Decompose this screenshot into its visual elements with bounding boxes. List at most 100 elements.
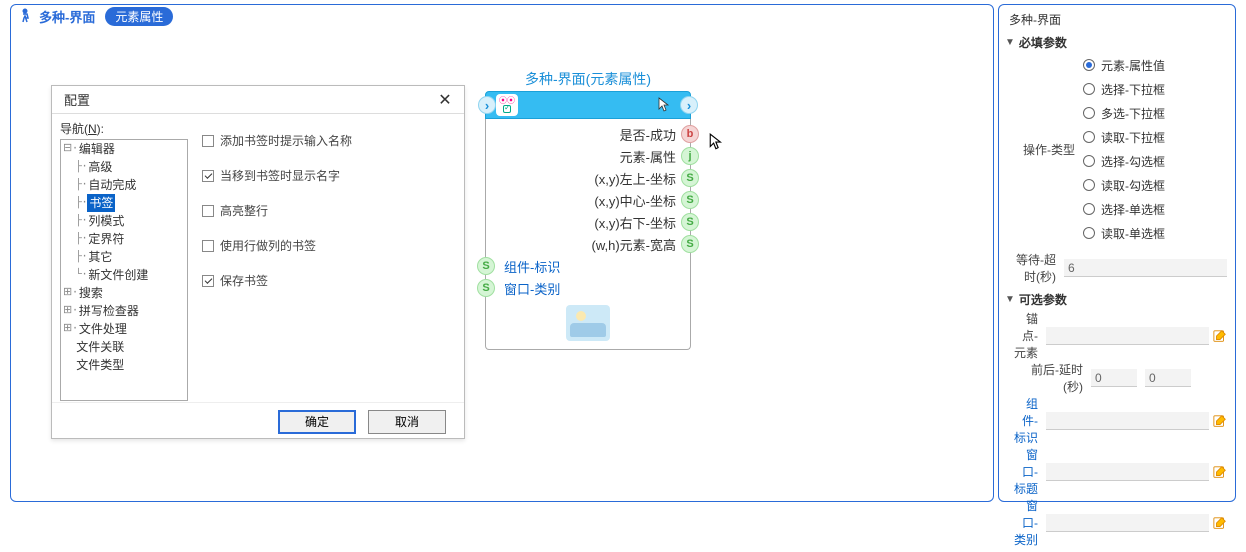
radio-option[interactable]: 读取-勾选框 (1083, 173, 1227, 197)
checkbox-row[interactable]: 高亮整行 (202, 202, 448, 219)
radio-option[interactable]: 读取-单选框 (1083, 221, 1227, 245)
tree-item[interactable]: └·新文件创建 (61, 266, 187, 284)
checkbox-icon[interactable] (202, 170, 214, 182)
tree-item[interactable]: ⊟·编辑器 (61, 140, 187, 158)
link-field-row: 窗口-类别 (1013, 497, 1227, 548)
tree-item[interactable]: ⊞·文件处理 (61, 320, 187, 338)
radio-label: 元素-属性值 (1101, 57, 1165, 74)
checkbox-row[interactable]: 添加书签时提示输入名称 (202, 132, 448, 149)
tree-item[interactable]: 文件关联 (61, 338, 187, 356)
cancel-button[interactable]: 取消 (368, 410, 446, 434)
cursor-icon (658, 97, 672, 116)
triangle-down-icon: ▼ (1005, 294, 1015, 305)
radio-option[interactable]: 选择-下拉框 (1083, 77, 1227, 101)
link-label[interactable]: 窗口-标题 (1013, 446, 1046, 497)
wait-timeout-label: 等待-超时(秒) (1013, 251, 1064, 285)
link-input[interactable] (1046, 514, 1209, 532)
port-icon[interactable]: S (681, 235, 699, 253)
edit-icon[interactable] (1213, 464, 1227, 480)
checkbox-label: 高亮整行 (220, 202, 268, 219)
dialog-title: 配置 (64, 90, 90, 109)
triangle-down-icon: ▼ (1005, 37, 1015, 48)
radio-option[interactable]: 读取-下拉框 (1083, 125, 1227, 149)
chevron-right-icon[interactable]: › (680, 96, 698, 114)
main-panel: 多种-界面 元素属性 配置 ✕ 导航(N): ⊟·编辑器 ├·高级 ├·自动完成… (10, 4, 994, 502)
link-field-row: 组件-标识 (1013, 395, 1227, 446)
anchor-input[interactable] (1046, 327, 1209, 345)
tree-item[interactable]: 文件类型 (61, 356, 187, 374)
checkbox-row[interactable]: 保存书签 (202, 272, 448, 289)
properties-panel: 多种-界面 ▼必填参数 操作-类型 元素-属性值选择-下拉框多选-下拉框读取-下… (998, 4, 1236, 502)
tree-item[interactable]: ⊞·搜索 (61, 284, 187, 302)
output-port-row: (x,y)右下-坐标S (486, 211, 690, 233)
radio-icon[interactable] (1083, 131, 1095, 143)
port-icon[interactable]: j (681, 147, 699, 165)
tree-item[interactable]: ├·定界符 (61, 230, 187, 248)
radio-icon[interactable] (1083, 83, 1095, 95)
tree-item[interactable]: ├·高级 (61, 158, 187, 176)
section-optional[interactable]: ▼可选参数 (1005, 291, 1229, 308)
radio-label: 选择-单选框 (1101, 201, 1165, 218)
link-input[interactable] (1046, 463, 1209, 481)
output-port-row: 是否-成功b (486, 123, 690, 145)
radio-icon[interactable] (1083, 59, 1095, 71)
edit-icon[interactable] (1213, 413, 1227, 429)
checkbox-icon[interactable] (202, 275, 214, 287)
delay-before-input[interactable] (1091, 369, 1137, 387)
section-required[interactable]: ▼必填参数 (1005, 34, 1229, 51)
input-port-row: S窗口-类别 (486, 277, 690, 299)
walking-person-icon (17, 8, 33, 24)
checkbox-row[interactable]: 使用行做列的书签 (202, 237, 448, 254)
mouse-cursor-icon (709, 133, 725, 154)
anchor-label: 锚点-元素 (1013, 310, 1046, 361)
wait-timeout-input[interactable] (1064, 259, 1227, 277)
main-title: 多种-界面 (39, 7, 95, 26)
radio-option[interactable]: 多选-下拉框 (1083, 101, 1227, 125)
node-block: 多种-界面(元素属性) › ⦿⦿ › 是否-成功b元素-属性j(x,y)左上-坐… (485, 69, 691, 350)
port-icon[interactable]: S (681, 169, 699, 187)
port-icon[interactable]: S (681, 213, 699, 231)
radio-option[interactable]: 元素-属性值 (1083, 53, 1227, 77)
delay-after-input[interactable] (1145, 369, 1191, 387)
radio-label: 选择-勾选框 (1101, 153, 1165, 170)
ok-button[interactable]: 确定 (278, 410, 356, 434)
checkbox-icon[interactable] (202, 205, 214, 217)
radio-icon[interactable] (1083, 155, 1095, 167)
chevron-right-icon[interactable]: › (478, 96, 496, 114)
close-icon[interactable]: ✕ (436, 90, 454, 110)
checkbox-icon[interactable] (202, 240, 214, 252)
checkbox-icon[interactable] (202, 135, 214, 147)
link-label[interactable]: 组件-标识 (1013, 395, 1046, 446)
tree-item[interactable]: ├·列模式 (61, 212, 187, 230)
output-port-row: 元素-属性j (486, 145, 690, 167)
tree-item[interactable]: ├·自动完成 (61, 176, 187, 194)
input-port-row: S组件-标识 (486, 255, 690, 277)
header-pill[interactable]: 元素属性 (105, 7, 173, 26)
checkbox-row[interactable]: 当移到书签时显示名字 (202, 167, 448, 184)
block-header[interactable]: › ⦿⦿ › (485, 91, 691, 119)
nav-tree[interactable]: ⊟·编辑器 ├·高级 ├·自动完成 ├·书签 ├·列模式 ├·定界符 ├·其它 … (60, 139, 188, 401)
radio-icon[interactable] (1083, 107, 1095, 119)
radio-icon[interactable] (1083, 179, 1095, 191)
link-label[interactable]: 窗口-类别 (1013, 497, 1046, 548)
checkbox-label: 保存书签 (220, 272, 268, 289)
radio-label: 多选-下拉框 (1101, 105, 1165, 122)
port-icon[interactable]: S (477, 279, 495, 297)
output-port-row: (x,y)中心-坐标S (486, 189, 690, 211)
tree-item[interactable]: ├·其它 (61, 248, 187, 266)
radio-option[interactable]: 选择-勾选框 (1083, 149, 1227, 173)
port-icon[interactable]: S (681, 191, 699, 209)
tree-item[interactable]: ├·书签 (61, 194, 187, 212)
port-icon[interactable]: b (681, 125, 699, 143)
tree-item[interactable]: ⊞·拼写检查器 (61, 302, 187, 320)
radio-option[interactable]: 选择-单选框 (1083, 197, 1227, 221)
edit-icon[interactable] (1213, 328, 1227, 344)
port-icon[interactable]: S (477, 257, 495, 275)
radio-icon[interactable] (1083, 203, 1095, 215)
nav-label: 导航(N): (60, 120, 188, 137)
edit-icon[interactable] (1213, 515, 1227, 531)
radio-label: 选择-下拉框 (1101, 81, 1165, 98)
link-field-row: 窗口-标题 (1013, 446, 1227, 497)
link-input[interactable] (1046, 412, 1209, 430)
radio-icon[interactable] (1083, 227, 1095, 239)
